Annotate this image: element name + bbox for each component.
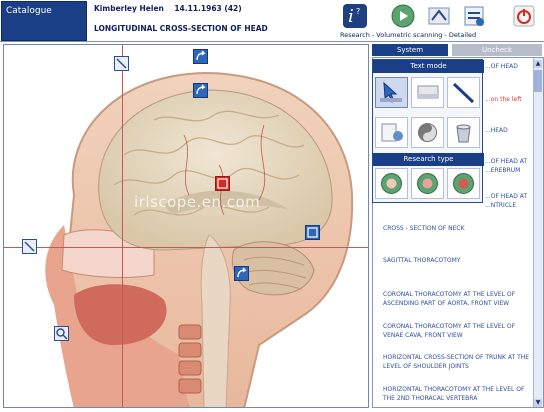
list-item[interactable]: ...OF HEAD AT ...EREBRUM xyxy=(485,157,531,175)
scroll-down-icon[interactable]: ▼ xyxy=(534,399,542,407)
svg-text:?: ? xyxy=(356,7,360,16)
cursor-tool-icon[interactable] xyxy=(375,77,408,108)
tab-uncheck[interactable]: Uncheck xyxy=(452,44,542,56)
list-item[interactable]: HORIZONTAL THORACOTOMY AT THE LEVEL OF T… xyxy=(383,385,533,403)
catalogue-button[interactable]: Catalogue xyxy=(1,1,87,41)
catalogue-label: Catalogue xyxy=(6,6,52,16)
patient-name: Kimberley Helen xyxy=(94,4,164,13)
anatomy-image-panel[interactable]: irlscope.en.com xyxy=(3,44,369,408)
research-type-2-icon[interactable] xyxy=(411,168,444,199)
view-title: LONGITUDINAL CROSS-SECTION OF HEAD xyxy=(94,24,268,33)
sidebar-tabs: System Uncheck xyxy=(372,44,544,57)
eraser-tool-icon[interactable] xyxy=(411,77,444,108)
arrow-up-marker-icon[interactable] xyxy=(193,49,208,64)
svg-text:i: i xyxy=(348,6,354,27)
list-item[interactable]: ...on the left xyxy=(485,95,531,104)
research-type-header: Research type xyxy=(373,153,484,166)
pen-tool-icon[interactable] xyxy=(447,77,480,108)
top-section-marker-icon[interactable] xyxy=(114,56,129,71)
vertical-guide-line[interactable] xyxy=(122,45,123,407)
list-item[interactable]: CROSS - SECTION OF NECK xyxy=(383,224,533,233)
patient-birthdate: 14.11.1963 (42) xyxy=(174,4,242,13)
bucket-tool-icon[interactable] xyxy=(447,117,480,148)
zoom-marker-icon[interactable] xyxy=(54,326,69,341)
list-scrollbar[interactable]: ▲ ▼ xyxy=(533,58,543,407)
scroll-up-icon[interactable]: ▲ xyxy=(534,60,542,68)
cerebellum-point-marker-icon[interactable] xyxy=(305,225,320,240)
left-section-marker-icon[interactable] xyxy=(22,239,37,254)
list-item[interactable]: HORIZONTAL CROSS-SECTION OF TRUNK AT THE… xyxy=(383,353,533,371)
notes-tool-icon[interactable] xyxy=(375,117,408,148)
research-type-3-icon[interactable] xyxy=(447,168,480,199)
list-item[interactable]: CORONAL THORACOTOMY AT THE LEVEL OF ASCE… xyxy=(383,290,533,308)
brain-point-marker-icon[interactable] xyxy=(215,176,230,191)
patient-info: Kimberley Helen 14.11.1963 (42) xyxy=(94,4,242,13)
document-icon[interactable] xyxy=(462,4,486,28)
list-item[interactable]: CORONAL THORACOTOMY AT THE LEVEL OF VENA… xyxy=(383,322,533,340)
tool-popup: Text mode Research type xyxy=(372,59,484,203)
status-line: Research - Volumetric scanning - Detaile… xyxy=(340,31,477,39)
scan-icon[interactable] xyxy=(427,4,451,28)
list-item[interactable]: ...OF HEAD xyxy=(485,62,531,71)
list-item[interactable]: ...OF HEAD AT ...NTRICLE xyxy=(485,192,531,210)
power-icon[interactable] xyxy=(512,4,536,28)
top-bar: Catalogue Kimberley Helen 14.11.1963 (42… xyxy=(0,0,544,42)
list-item[interactable]: ...HEAD xyxy=(485,126,531,135)
horizontal-guide-line[interactable] xyxy=(4,247,368,248)
watermark: irlscope.en.com xyxy=(134,193,261,211)
info-icon[interactable]: i? xyxy=(343,4,367,28)
research-type-1-icon[interactable] xyxy=(375,168,408,199)
arrow-right-marker-icon[interactable] xyxy=(193,83,208,98)
list-item[interactable]: SAGITTAL THORACOTOMY xyxy=(383,256,533,265)
play-icon[interactable] xyxy=(391,4,415,28)
spine-arrow-marker-icon[interactable] xyxy=(234,266,249,281)
tab-system[interactable]: System xyxy=(372,44,448,56)
text-mode-header: Text mode xyxy=(373,60,484,73)
scroll-thumb[interactable] xyxy=(534,70,542,92)
yin-yang-tool-icon[interactable] xyxy=(411,117,444,148)
